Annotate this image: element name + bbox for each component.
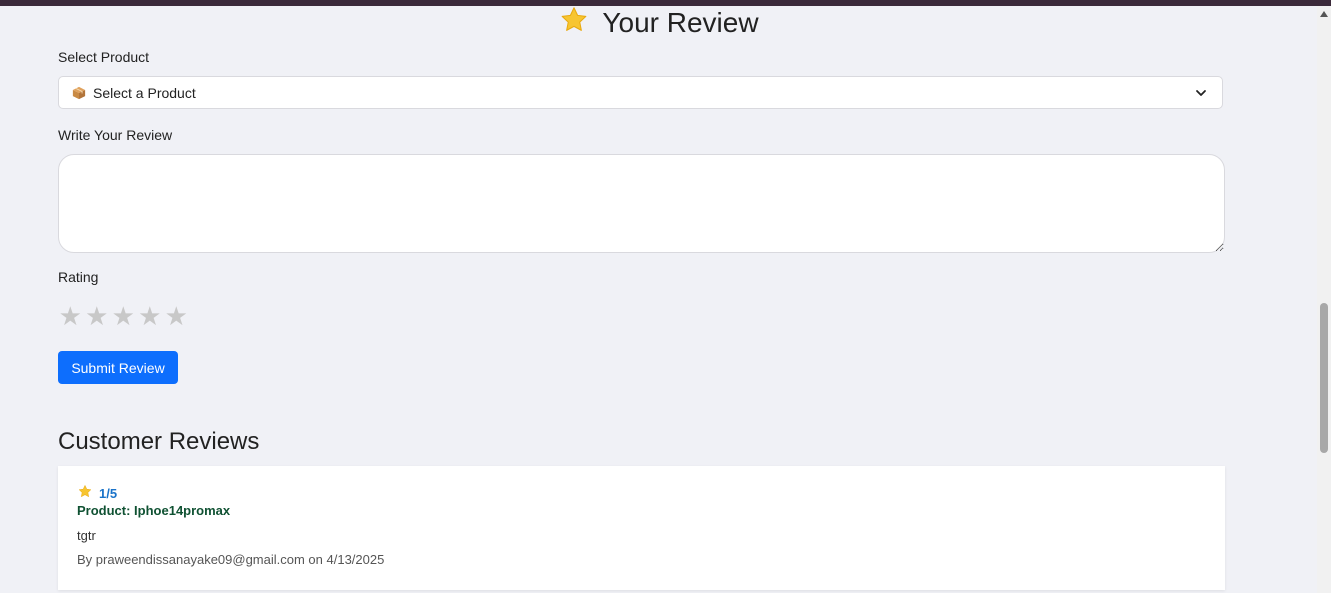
star-icon — [77, 484, 93, 502]
review-rating-value: 1/5 — [99, 485, 118, 501]
review-card: 1/5 Product: Iphoe14promax tgtr By prawe… — [58, 466, 1225, 590]
scrollbar-thumb[interactable] — [1320, 303, 1328, 453]
star-emoji-icon — [558, 5, 590, 41]
vertical-scrollbar[interactable] — [1317, 6, 1331, 593]
review-textarea[interactable] — [58, 154, 1225, 253]
page-title: Your Review — [0, 6, 1317, 40]
review-label: Write Your Review — [58, 127, 173, 143]
submit-review-button[interactable]: Submit Review — [58, 351, 178, 384]
review-text: tgtr — [77, 528, 96, 543]
chevron-down-icon[interactable] — [1194, 86, 1208, 100]
scroll-up-arrow-icon[interactable] — [1320, 11, 1328, 17]
page-title-text: Your Review — [602, 7, 759, 38]
rating-star-2[interactable]: ★ — [85, 302, 110, 330]
package-icon — [72, 86, 86, 100]
customer-reviews-title: Customer Reviews — [58, 428, 260, 455]
review-rating: 1/5 — [77, 484, 117, 502]
rating-star-5[interactable]: ★ — [164, 302, 189, 330]
rating-label: Rating — [58, 269, 99, 285]
rating-star-4[interactable]: ★ — [138, 302, 163, 330]
review-meta: By praweendissanayake09@gmail.com on 4/1… — [77, 552, 385, 567]
rating-stars: ★ ★ ★ ★ ★ — [58, 302, 189, 330]
product-select-value: Select a Product — [93, 84, 196, 101]
product-select[interactable]: Select a Product — [58, 76, 1223, 109]
select-product-label: Select Product — [58, 49, 150, 65]
rating-star-3[interactable]: ★ — [111, 302, 136, 330]
review-product: Product: Iphoe14promax — [77, 503, 231, 518]
rating-star-1[interactable]: ★ — [58, 302, 83, 330]
